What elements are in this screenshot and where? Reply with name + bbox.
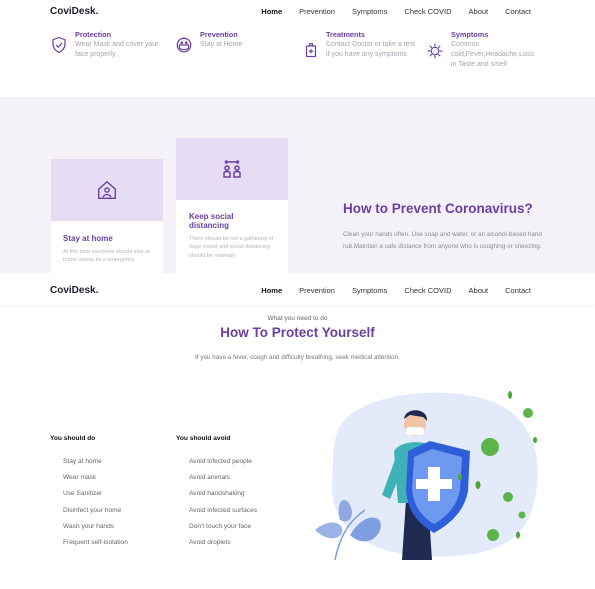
feature-title: Treatments xyxy=(326,30,365,39)
card-title: Stay at home xyxy=(63,234,113,243)
feature-text: Wear Mask and cover your face properly xyxy=(75,41,159,58)
feature-treatments: Treatments Contact Doctor or take a test… xyxy=(302,30,416,60)
list-item: Wear mask xyxy=(63,474,97,482)
home-person-icon xyxy=(98,180,116,199)
list-item: Frequent self-isolation xyxy=(63,538,128,546)
card-stay-at-home: Stay at home At this time everyone shoul… xyxy=(51,159,163,273)
feature-title: Prevention xyxy=(200,30,238,39)
do-heading: You should do xyxy=(50,435,96,442)
list-item: Disinfect your home xyxy=(63,506,122,514)
shield-check-icon xyxy=(52,36,66,54)
nav-link-home[interactable]: Home xyxy=(261,7,282,16)
nav-link-about[interactable]: About xyxy=(469,286,489,295)
card-header xyxy=(176,138,288,200)
nav-link-contact[interactable]: Contact xyxy=(505,7,531,16)
virus-icon xyxy=(427,43,443,59)
section-subtitle: What you need to do xyxy=(267,315,328,322)
card-social-distancing: Keep social distancing There should be n… xyxy=(176,138,288,273)
face-mask-icon xyxy=(176,37,192,53)
feature-text: Contact Doctor or take a test if you hav… xyxy=(326,41,416,58)
doctor-shield-illustration xyxy=(315,391,538,560)
brand-logo[interactable]: CoviDesk. xyxy=(50,6,98,17)
list-item: Stay at home xyxy=(63,458,102,465)
nav-link-prevention[interactable]: Prevention xyxy=(299,286,335,295)
nav-link-home[interactable]: Home xyxy=(261,286,282,295)
nav-links: Home Prevention Symptoms Check COVID Abo… xyxy=(244,286,531,295)
nav-link-check-covid[interactable]: Check COVID xyxy=(404,286,451,295)
prevent-title: How to Prevent Coronavirus? xyxy=(343,201,533,216)
sanitizer-icon xyxy=(305,43,317,58)
nav-link-check-covid[interactable]: Check COVID xyxy=(404,7,451,16)
social-distance-icon xyxy=(223,159,241,178)
top-navbar: CoviDesk. Home Prevention Symptoms Check… xyxy=(0,0,595,22)
feature-title: Symptoms xyxy=(451,30,489,39)
nav-link-symptoms[interactable]: Symptoms xyxy=(352,7,387,16)
section-description: If you have a fever, cough and difficult… xyxy=(195,354,400,361)
list-item: Avoid animals xyxy=(189,474,230,482)
do-list: Stay at home Wear mask Use Sanitizer Dis… xyxy=(63,458,128,555)
list-item: Avoid infected people xyxy=(189,458,252,465)
card-title: Keep social distancing xyxy=(189,212,234,230)
prevent-text: Clean your hands often. Use soap and wat… xyxy=(343,231,542,250)
nav-links: Home Prevention Symptoms Check COVID Abo… xyxy=(244,7,531,16)
nav-link-prevention[interactable]: Prevention xyxy=(299,7,335,16)
nav-link-contact[interactable]: Contact xyxy=(505,286,531,295)
list-item: Use Sanitizer xyxy=(63,490,103,498)
section-title: How To Protect Yourself xyxy=(220,325,375,340)
list-item: Avoid droplets xyxy=(189,538,231,546)
avoid-list: Avoid infected people Avoid animals Avoi… xyxy=(189,458,257,555)
card-text: At this time everyone should stay at hom… xyxy=(63,249,150,264)
feature-text: Common cold,Fever,Headache,Loss in Taste… xyxy=(451,41,534,68)
feature-title: Protection xyxy=(75,30,112,39)
card-text: There should be not a gathering of huge … xyxy=(189,236,274,259)
nav-link-symptoms[interactable]: Symptoms xyxy=(352,286,387,295)
list-item: Don't touch your face xyxy=(189,522,252,530)
list-item: Wash your hands xyxy=(63,522,115,530)
card-header xyxy=(51,159,163,221)
list-item: Avoid infected surfaces xyxy=(189,506,258,514)
feature-protection: Protection Wear Mask and cover your face… xyxy=(50,30,165,60)
feature-text: Stay at Home xyxy=(200,41,243,48)
feature-prevention: Prevention Stay at Home xyxy=(175,30,290,53)
avoid-heading: You should avoid xyxy=(176,435,231,442)
sticky-navbar: CoviDesk. Home Prevention Symptoms Check… xyxy=(0,275,595,305)
list-item: Avoid handshaking xyxy=(189,490,245,498)
brand-logo[interactable]: CoviDesk. xyxy=(50,285,98,296)
nav-link-about[interactable]: About xyxy=(469,7,489,16)
feature-symptoms: Symptoms Common cold,Fever,Headache,Loss… xyxy=(426,30,541,70)
